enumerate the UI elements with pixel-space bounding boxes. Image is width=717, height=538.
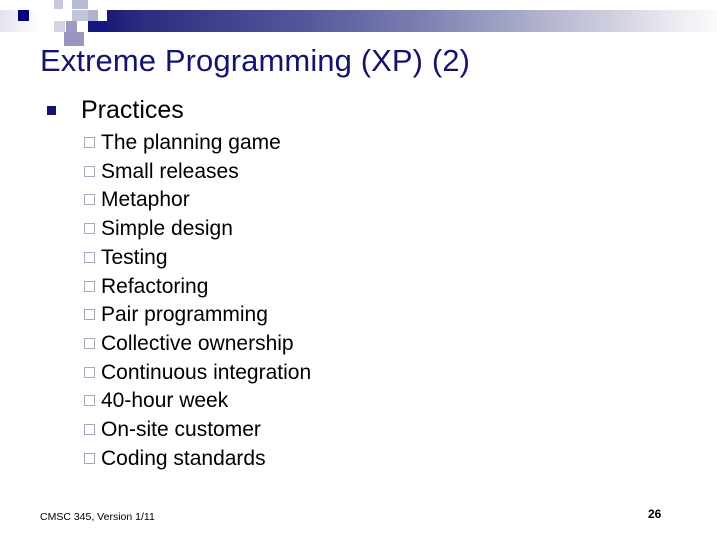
decoration-square	[72, 10, 88, 21]
bullet-level1-practices: Practices	[44, 94, 694, 127]
list-item-label: Pair programming	[101, 303, 268, 327]
hollow-square-bullet-icon	[84, 137, 95, 148]
list-item-label: Small releases	[101, 159, 239, 183]
decoration-square	[88, 21, 107, 32]
list-item: Pair programming	[44, 301, 694, 330]
list-item-label: Coding standards	[101, 446, 266, 470]
decoration-gradient-bar	[107, 10, 717, 32]
list-item-label: Refactoring	[101, 274, 209, 298]
hollow-square-bullet-icon	[84, 337, 95, 349]
hollow-square-bullet-icon	[84, 452, 95, 464]
decoration-square	[88, 10, 98, 21]
list-item: Collective ownership	[44, 330, 694, 359]
hollow-square-bullet-icon	[84, 280, 95, 292]
decoration-square	[54, 21, 65, 32]
page-title: Extreme Programming (XP) (2)	[40, 43, 471, 78]
list-item-label: 40-hour week	[101, 389, 229, 413]
list-item: The planning game	[44, 129, 694, 158]
hollow-square-bullet-icon	[84, 165, 95, 177]
hollow-square-bullet-icon	[84, 223, 95, 235]
hollow-square-bullet-icon	[84, 251, 95, 263]
practices-list: The planning game Small releases Metaphor S…	[44, 129, 694, 473]
list-item-label: Continuous integration	[101, 360, 312, 384]
list-item: On-site customer	[44, 416, 694, 445]
list-item: Testing	[44, 244, 694, 273]
square-bullet-icon	[47, 106, 56, 115]
list-item-label: Testing	[101, 245, 168, 269]
decoration-square	[72, 0, 88, 9]
decoration-square	[66, 21, 77, 32]
list-item: Continuous integration	[44, 359, 694, 388]
hollow-square-bullet-icon	[84, 194, 95, 206]
hollow-square-bullet-icon	[84, 366, 95, 378]
list-item: Coding standards	[44, 445, 694, 474]
list-item: 40-hour week	[44, 387, 694, 416]
hollow-square-bullet-icon	[84, 309, 95, 321]
list-item: Small releases	[44, 158, 694, 187]
decoration-square	[0, 0, 18, 10]
list-item-label: Metaphor	[101, 188, 190, 212]
hollow-square-bullet-icon	[84, 424, 95, 436]
list-item: Refactoring	[44, 273, 694, 302]
footer-course-label: CMSC 345, Version 1/11	[40, 511, 155, 523]
list-item: Metaphor	[44, 186, 694, 215]
slide: Extreme Programming (XP) (2) Practices T…	[0, 0, 717, 538]
decoration-square	[18, 10, 29, 21]
list-item: Simple design	[44, 215, 694, 244]
list-item-label: The planning game	[101, 131, 281, 154]
decoration-square	[54, 0, 63, 9]
list-item-label: Simple design	[101, 217, 233, 241]
hollow-square-bullet-icon	[84, 395, 95, 407]
slide-body: Practices The planning game Small release…	[44, 94, 694, 473]
bullet-level1-label: Practices	[81, 96, 184, 124]
page-number: 26	[648, 507, 662, 521]
list-item-label: Collective ownership	[101, 331, 294, 355]
list-item-label: On-site customer	[101, 418, 261, 442]
